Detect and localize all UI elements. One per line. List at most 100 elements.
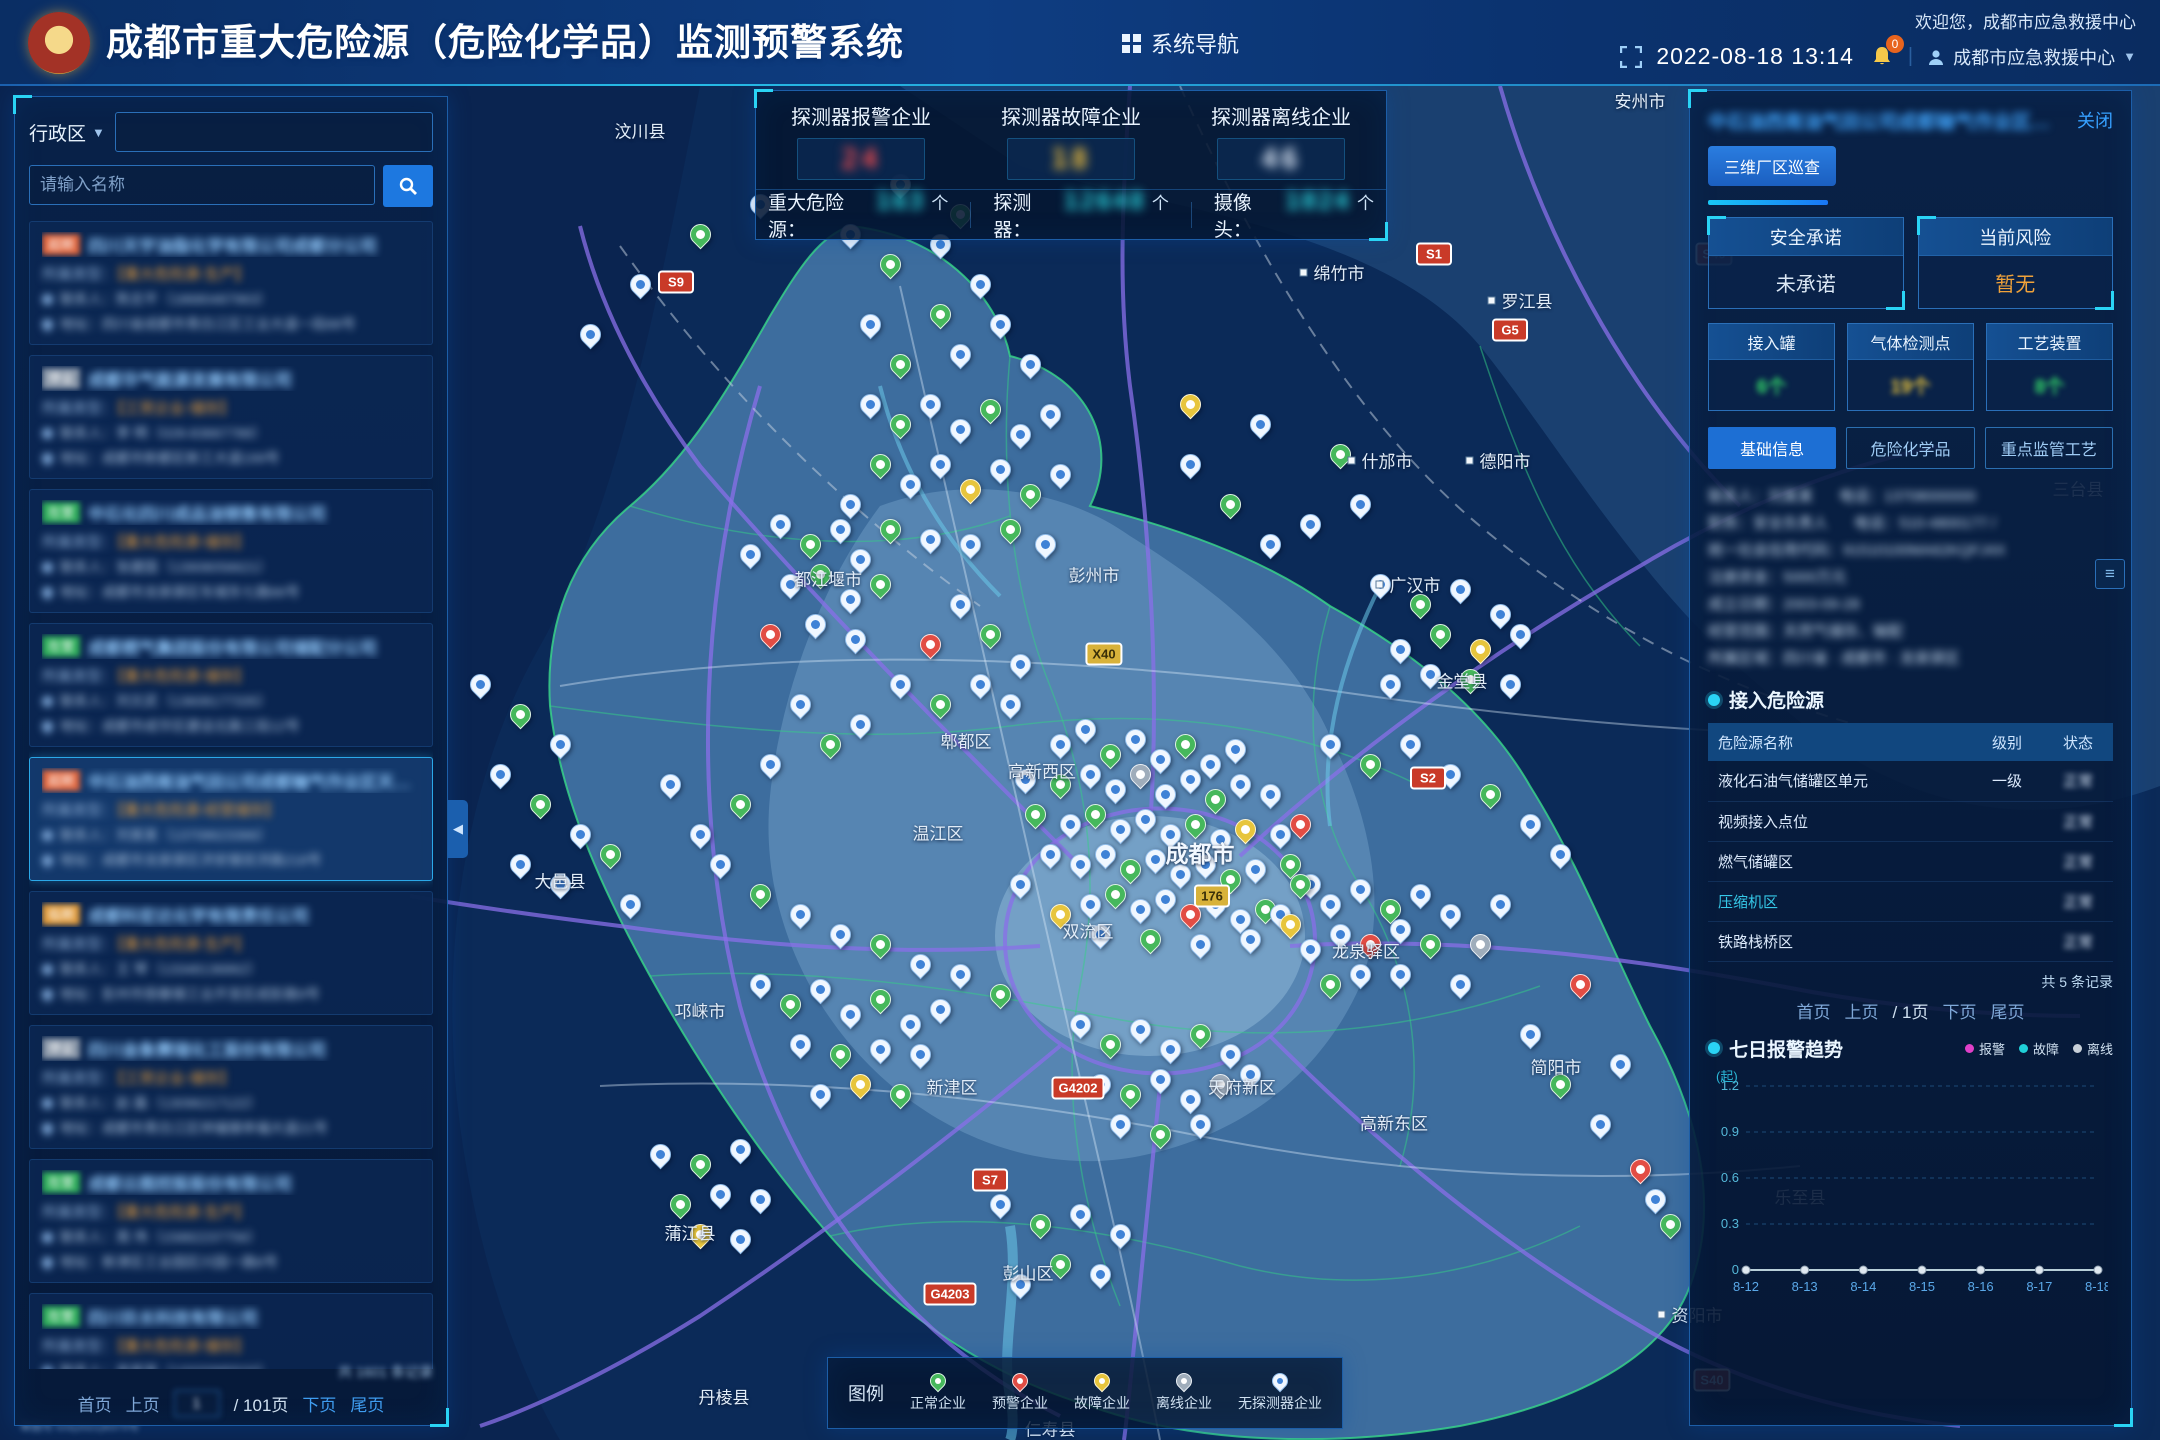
company-type: 所属类型：【重大危险源-储存】	[42, 665, 420, 686]
hazard-status: 正常	[2043, 761, 2113, 801]
company-list-item[interactable]: 在营 成都燃气集团股份有限公司储配分公司 所属类型：【重大危险源-储存】 联系人…	[29, 623, 433, 747]
last-page-button[interactable]: 尾页	[1990, 998, 2024, 1023]
legend-pin-icon	[1091, 1370, 1114, 1393]
total-stat: 探测器：12648个	[981, 187, 1181, 242]
tab-危险化学品[interactable]: 危险化学品	[1846, 427, 1974, 469]
detector-stat: 探测器离线企业 46	[1176, 91, 1386, 189]
legend-item[interactable]: 离线企业	[1156, 1373, 1212, 1413]
facility-stat-box[interactable]: 气体检测点 19个	[1847, 323, 1974, 411]
detector-stat-value-box[interactable]: 46	[1217, 138, 1345, 180]
company-list-item[interactable]: 在营 成都云图控股股份有限公司 所属类型：【重大危险源-生产】 联系人：周 伟（…	[29, 1159, 433, 1283]
total-stat: 重大危险源：163个	[756, 187, 960, 242]
first-page-button[interactable]: 首页	[78, 1391, 112, 1416]
search-input[interactable]	[29, 165, 375, 205]
company-name[interactable]: 四川天宇油脂化学有限公司成都分公司	[88, 232, 377, 257]
district-filter[interactable]: 行政区 ▼	[29, 119, 105, 146]
legend-item[interactable]: 正常企业	[910, 1373, 966, 1413]
company-address: 地址：四川省成都市青白江区工业大道一段88号	[42, 314, 420, 334]
company-list-item[interactable]: 超期 中石油西南油气田公司成都输气作业区天然气储配站 所属类型：【重大危险源-经…	[29, 757, 433, 881]
page-number-input[interactable]	[174, 1390, 220, 1417]
status-box-label: 安全承诺	[1709, 218, 1903, 256]
company-list-item[interactable]: 超期 四川天宇油脂化学有限公司成都分公司 所属类型：【重大危险源-生产】 联系人…	[29, 221, 433, 345]
notification-bell[interactable]: 0	[1868, 44, 1894, 70]
next-page-button[interactable]: 下页	[1942, 998, 1976, 1023]
legend-pin-icon	[1269, 1370, 1292, 1393]
company-name[interactable]: 成都华气能源发展有限公司	[88, 366, 292, 391]
hazard-column-header: 级别	[1971, 723, 2043, 761]
legend-item[interactable]: 故障企业	[1074, 1373, 1130, 1413]
table-row[interactable]: 铁路栈桥区 正常	[1708, 921, 2113, 961]
trend-legend-item[interactable]: 报警	[1965, 1039, 2005, 1058]
info-row: 注册资金：5000万元	[1708, 564, 2087, 591]
hazard-status: 正常	[2043, 841, 2113, 881]
hazard-name[interactable]: 液化石油气储罐区单元	[1708, 761, 1971, 801]
company-list-item[interactable]: 临期 成都科宏达化学有限责任公司 所属类型：【重大危险源-生产】 联系人：王 琴…	[29, 891, 433, 1015]
hazard-status: 正常	[2043, 881, 2113, 921]
district-input[interactable]	[115, 112, 433, 152]
table-row[interactable]: 视频接入点位 正常	[1708, 801, 2113, 841]
close-panel-button[interactable]: 关闭	[2077, 107, 2113, 133]
plant-tour-button[interactable]: 三维厂区巡查	[1708, 146, 1836, 186]
trend-legend-item[interactable]: 故障	[2019, 1039, 2059, 1058]
company-status-badge: 停业	[42, 368, 80, 389]
person-icon	[42, 1232, 53, 1243]
first-page-button[interactable]: 首页	[1797, 998, 1831, 1023]
trend-legend-item[interactable]: 离线	[2073, 1039, 2113, 1058]
tab-基础信息[interactable]: 基础信息	[1708, 427, 1836, 469]
section-dot-icon	[1708, 1042, 1720, 1054]
hazard-column-header: 状态	[2043, 723, 2113, 761]
facility-stat-label: 工艺装置	[1987, 324, 2112, 360]
company-address: 地址：成都市龙泉驿区车城东七路66号	[42, 582, 420, 602]
divider	[1191, 202, 1192, 228]
legend-item[interactable]: 无探测器企业	[1238, 1373, 1322, 1413]
company-address: 地址：成都市龙泉驿区洪安镇双洪路218号	[42, 850, 420, 870]
company-list-item[interactable]: 停业 四川金象赛瑞化工股份有限公司 所属类型：【工贸企业-储存】 联系人：赵 磊…	[29, 1025, 433, 1149]
commitment-risk-boxes: 安全承诺 未承诺当前风险 暂无	[1708, 217, 2113, 309]
hazard-name[interactable]: 燃气储罐区	[1708, 841, 1971, 881]
table-row[interactable]: 液化石油气储罐区单元 一级 正常	[1708, 761, 2113, 801]
legend-pin-icon	[927, 1370, 950, 1393]
company-list-item[interactable]: 停业 成都华气能源发展有限公司 所属类型：【工贸企业-储存】 联系人：李 明（0…	[29, 355, 433, 479]
facility-stat-box[interactable]: 接入罐 6个	[1708, 323, 1835, 411]
table-row[interactable]: 燃气储罐区 正常	[1708, 841, 2113, 881]
hazard-name[interactable]: 铁路栈桥区	[1708, 921, 1971, 961]
detector-stat-value-box[interactable]: 24	[797, 138, 925, 180]
legend-item[interactable]: 预警企业	[992, 1373, 1048, 1413]
detector-stat-value-box[interactable]: 18	[1007, 138, 1135, 180]
search-button[interactable]	[383, 165, 433, 207]
next-page-button[interactable]: 下页	[302, 1391, 336, 1416]
trend-legend: 报警故障离线	[1965, 1039, 2113, 1058]
info-row: 所属区域：四川省 · 成都市 · 龙泉驿区	[1708, 645, 2087, 672]
detector-stat: 探测器报警企业 24	[756, 91, 966, 189]
expand-info-button[interactable]: ≡	[2095, 559, 2125, 589]
org-menu[interactable]: 成都市应急救援中心 ▼	[1927, 44, 2136, 70]
prev-page-button[interactable]: 上页	[126, 1391, 160, 1416]
page-total-label: / 1页	[1893, 998, 1929, 1023]
company-name[interactable]: 四川金象赛瑞化工股份有限公司	[88, 1036, 326, 1061]
company-name[interactable]: 成都燃气集团股份有限公司储配分公司	[88, 634, 377, 659]
totals-bar: 重大危险源：163个探测器：12648个摄像头：1024个	[756, 189, 1386, 239]
status-box: 当前风险 暂无	[1918, 217, 2114, 309]
hazard-level	[1971, 921, 2043, 961]
hazard-name[interactable]: 视频接入点位	[1708, 801, 1971, 841]
legend-label: 故障企业	[1074, 1393, 1130, 1413]
company-list-item[interactable]: 在营 四川玖长科技有限公司 所属类型：【重大危险源-储存】 联系人：高某某（13…	[29, 1293, 433, 1369]
company-name[interactable]: 中石油西南油气田公司成都输气作业区天然气储配站	[88, 768, 420, 793]
fullscreen-icon[interactable]	[1620, 46, 1642, 68]
total-stat: 摄像头：1024个	[1202, 187, 1386, 242]
system-nav-button[interactable]: 系统导航	[1122, 0, 1239, 86]
prev-page-button[interactable]: 上页	[1845, 998, 1879, 1023]
company-name[interactable]: 四川玖长科技有限公司	[88, 1304, 258, 1329]
hazard-name[interactable]: 压缩机区	[1708, 881, 1971, 921]
company-type: 所属类型：【重大危险源-生产】	[42, 263, 420, 284]
facility-stat-box[interactable]: 工艺装置 8个	[1986, 323, 2113, 411]
company-name[interactable]: 成都科宏达化学有限责任公司	[88, 902, 309, 927]
company-name[interactable]: 中石化四川成品油销售有限公司	[88, 500, 326, 525]
detector-stats-columns: 探测器报警企业 24探测器故障企业 18探测器离线企业 46	[756, 91, 1386, 189]
company-list-item[interactable]: 在营 中石化四川成品油销售有限公司 所属类型：【重大危险源-储存】 联系人：张建…	[29, 489, 433, 613]
tab-重点监管工艺[interactable]: 重点监管工艺	[1985, 427, 2113, 469]
company-name[interactable]: 成都云图控股股份有限公司	[88, 1170, 292, 1195]
table-row[interactable]: 压缩机区 正常	[1708, 881, 2113, 921]
last-page-button[interactable]: 尾页	[350, 1391, 384, 1416]
sidebar-collapse-button[interactable]: ◀	[448, 800, 468, 858]
